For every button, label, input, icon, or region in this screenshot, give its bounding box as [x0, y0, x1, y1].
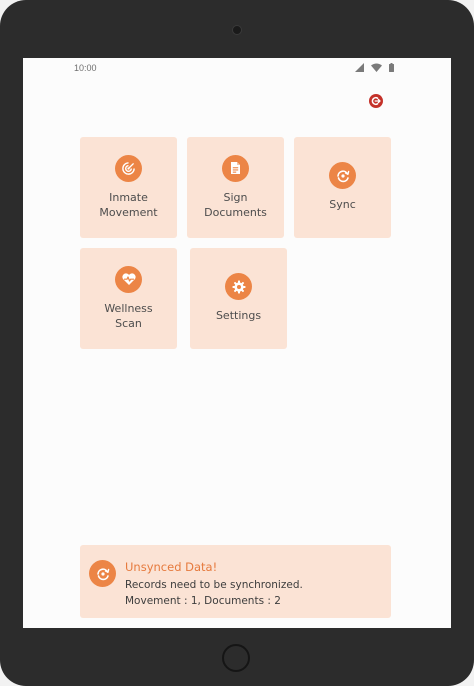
- tile-sync[interactable]: Sync: [294, 137, 391, 238]
- banner-title: Unsynced Data!: [125, 560, 218, 574]
- home-button[interactable]: [222, 644, 250, 672]
- tile-label-sign-documents: Sign Documents: [204, 190, 267, 220]
- radar-icon: [115, 154, 142, 182]
- tile-label-inmate-movement: Inmate Movement: [99, 190, 158, 220]
- status-bar: 10:00: [23, 58, 451, 80]
- app-screen: 10:00 Inmate Movement Sign Documents Syn…: [23, 58, 451, 628]
- tile-label-settings: Settings: [215, 309, 262, 323]
- tile-sign-documents[interactable]: Sign Documents: [187, 137, 284, 238]
- tile-settings[interactable]: Settings: [190, 248, 287, 349]
- tile-label-sync: Sync: [329, 198, 356, 212]
- battery-icon: [389, 63, 394, 72]
- tile-wellness-scan[interactable]: Wellness Scan: [80, 248, 177, 349]
- unsynced-data-banner[interactable]: Unsynced Data! Records need to be synchr…: [80, 545, 391, 618]
- status-icons: [355, 63, 394, 72]
- logout-icon: [371, 96, 381, 106]
- wifi-icon: [371, 63, 382, 72]
- front-camera: [232, 25, 242, 35]
- tile-inmate-movement[interactable]: Inmate Movement: [80, 137, 177, 238]
- status-time: 10:00: [74, 63, 97, 73]
- sync-icon: [329, 162, 356, 190]
- document-icon: [222, 154, 249, 182]
- banner-message: Records need to be synchronized.: [125, 579, 303, 591]
- signal-icon: [355, 63, 364, 72]
- banner-counts: Movement : 1, Documents : 2: [125, 595, 281, 607]
- heartbeat-icon: [115, 265, 142, 293]
- gear-icon: [225, 273, 252, 301]
- logout-button[interactable]: [369, 94, 383, 108]
- tablet-frame: 10:00 Inmate Movement Sign Documents Syn…: [0, 0, 474, 686]
- sync-icon: [89, 560, 116, 587]
- tile-label-wellness-scan: Wellness Scan: [104, 301, 153, 331]
